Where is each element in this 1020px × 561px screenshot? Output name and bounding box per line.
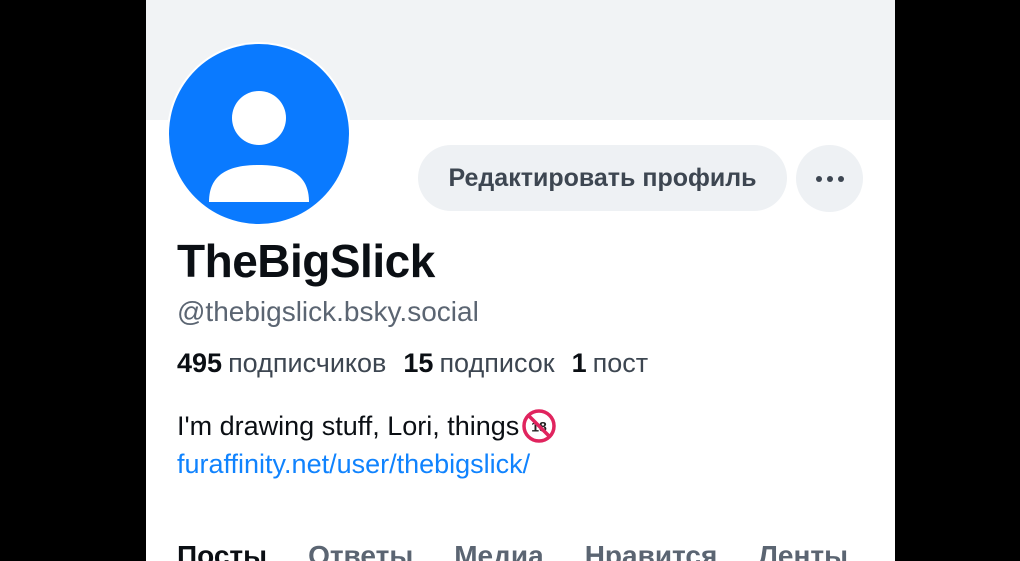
more-horizontal-icon bbox=[815, 170, 845, 188]
display-name: TheBigSlick bbox=[177, 235, 435, 287]
avatar[interactable] bbox=[167, 42, 351, 226]
followers-stat[interactable]: 495 подписчиков bbox=[177, 348, 386, 379]
profile-stats: 495 подписчиков 15 подписок 1 пост bbox=[177, 348, 665, 379]
tab-posts[interactable]: Посты bbox=[177, 540, 267, 561]
tab-replies[interactable]: Ответы bbox=[308, 540, 413, 561]
profile-tabs: Посты Ответы Медиа Нравится Ленты bbox=[177, 540, 889, 561]
edit-profile-button[interactable]: Редактировать профиль bbox=[418, 145, 787, 211]
default-avatar-icon bbox=[169, 44, 349, 224]
followers-label: подписчиков bbox=[228, 348, 387, 378]
following-label: подписок bbox=[439, 348, 555, 378]
following-stat[interactable]: 15 подписок bbox=[403, 348, 554, 379]
following-count: 15 bbox=[403, 348, 434, 378]
posts-count: 1 bbox=[571, 348, 587, 378]
posts-stat: 1 пост bbox=[572, 348, 649, 379]
tab-feeds[interactable]: Ленты bbox=[758, 540, 848, 561]
bio-text: I'm drawing stuff, Lori, things bbox=[177, 410, 520, 441]
followers-count: 495 bbox=[177, 348, 223, 378]
tab-likes[interactable]: Нравится bbox=[585, 540, 718, 561]
bio-link[interactable]: furaffinity.net/user/thebigslick/ bbox=[177, 449, 530, 480]
more-options-button[interactable] bbox=[796, 145, 863, 212]
tab-media[interactable]: Медиа bbox=[454, 540, 543, 561]
no-under-18-icon: 18 bbox=[522, 409, 557, 443]
profile-page: Редактировать профиль TheBigSlick @thebi… bbox=[146, 0, 895, 561]
profile-handle[interactable]: @thebigslick.bsky.social bbox=[177, 296, 479, 328]
profile-bio: I'm drawing stuff, Lori, things 18 bbox=[177, 409, 557, 443]
posts-label: пост bbox=[592, 348, 649, 378]
